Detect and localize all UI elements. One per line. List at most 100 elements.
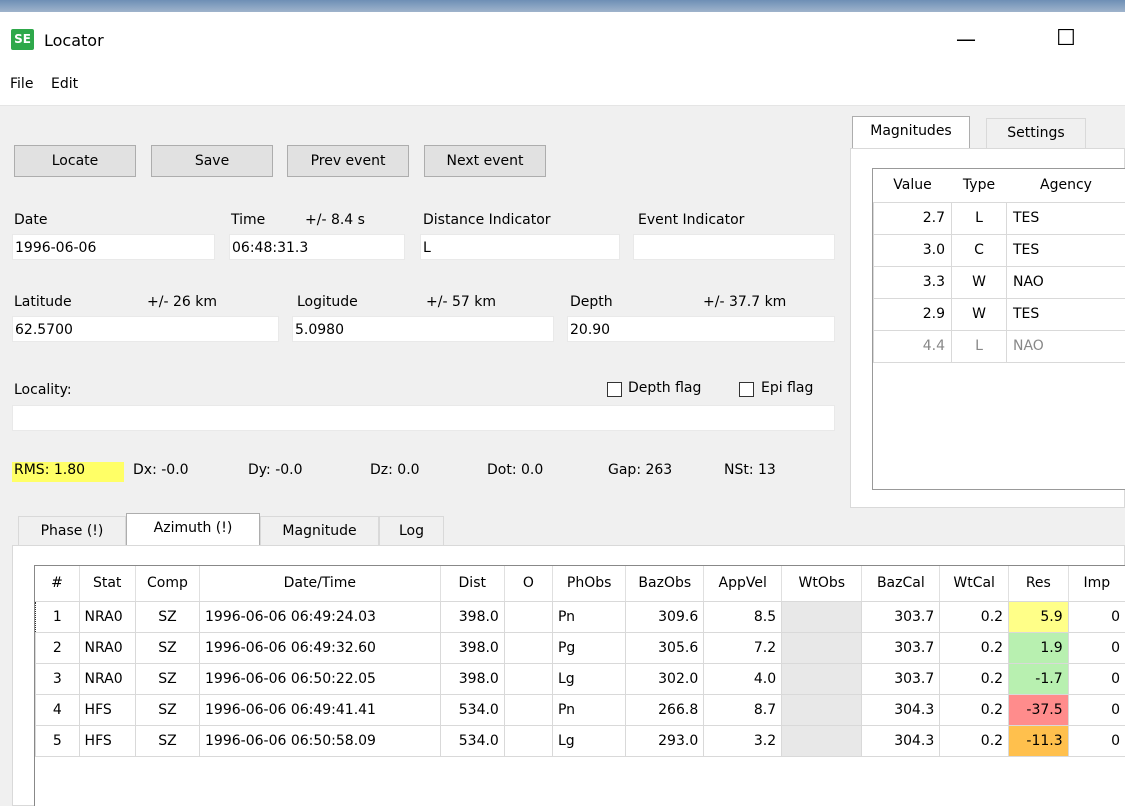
mag-agency: NAO [1006,329,1125,363]
col-header-bazcal[interactable]: BazCal [861,566,941,602]
residual-cell: -1.7 [1008,662,1069,695]
station-cell: NRA0 [78,631,136,664]
importance-cell: 0 [1067,662,1125,695]
component-cell: SZ [134,662,201,695]
wt-cal-cell: 0.2 [939,662,1010,695]
mag-type: L [951,329,1007,363]
baz-cal-cell: 304.3 [861,724,941,757]
station-cell: NRA0 [78,600,136,633]
col-header-imp[interactable]: Imp [1068,566,1125,602]
depth-flag-checkbox[interactable] [607,382,622,397]
importance-cell: 0 [1067,693,1125,726]
mag-header-type[interactable]: Type [951,169,1007,203]
baz-obs-cell: 305.6 [625,631,705,664]
o-flag-cell [503,600,553,633]
table-row[interactable]: 3.3 W NAO [873,265,1125,299]
col-header-o[interactable]: O [504,566,553,602]
save-button[interactable]: Save [151,145,273,177]
mag-agency: TES [1006,297,1125,331]
tab-magnitude[interactable]: Magnitude [260,516,379,546]
mag-agency: TES [1006,233,1125,267]
date-field[interactable]: 1996-06-06 [12,234,215,260]
row-number-cell: 5 [35,724,80,757]
col-header-datetime[interactable]: Date/Time [199,566,441,602]
station-cell: NRA0 [78,662,136,695]
mag-value: 2.7 [873,201,952,235]
date-time-cell: 1996-06-06 06:50:58.09 [199,724,441,757]
residual-cell: 5.9 [1008,600,1069,633]
col-header-comp[interactable]: Comp [135,566,201,602]
col-header-dist[interactable]: Dist [440,566,505,602]
tab-phase[interactable]: Phase (!) [18,516,126,546]
phase-obs-cell: Lg [551,724,627,757]
event-indicator-label: Event Indicator [638,212,745,228]
table-row[interactable]: 3.0 C TES [873,233,1125,267]
tab-settings[interactable]: Settings [986,118,1086,148]
window-title: Locator [44,31,104,50]
date-time-cell: 1996-06-06 06:49:24.03 [199,600,441,633]
col-header-num[interactable]: # [35,566,80,602]
col-header-appvel[interactable]: AppVel [703,566,783,602]
distance-indicator-field[interactable]: L [420,234,620,260]
depth-field[interactable]: 20.90 [567,316,835,342]
longitude-error: +/- 57 km [426,294,496,310]
mag-value: 4.4 [873,329,952,363]
component-cell: SZ [134,600,201,633]
locality-field[interactable] [12,405,835,431]
wt-obs-cell [781,662,863,695]
component-cell: SZ [134,724,201,757]
component-cell: SZ [134,693,201,726]
baz-obs-cell: 302.0 [625,662,705,695]
table-row[interactable]: 4 HFS SZ 1996-06-06 06:49:41.41 534.0 Pn 266.8… [35,693,1125,726]
wt-cal-cell: 0.2 [939,693,1010,726]
residual-cell: 1.9 [1008,631,1069,664]
event-indicator-field[interactable] [633,234,835,260]
row-number-cell: 3 [35,662,80,695]
col-header-res[interactable]: Res [1008,566,1069,602]
app-vel-cell: 7.2 [703,631,783,664]
col-header-wtcal[interactable]: WtCal [939,566,1010,602]
next-event-button[interactable]: Next event [424,145,546,177]
mag-agency: TES [1006,201,1125,235]
table-row[interactable]: 2.7 L TES [873,201,1125,235]
locate-button[interactable]: Locate [14,145,136,177]
wt-cal-cell: 0.2 [939,600,1010,633]
longitude-field[interactable]: 5.0980 [292,316,554,342]
app-icon: SE [11,29,34,50]
phase-obs-cell: Lg [551,662,627,695]
o-flag-cell [503,693,553,726]
epi-flag-checkbox[interactable] [739,382,754,397]
col-header-phobs[interactable]: PhObs [552,566,627,602]
menu-edit[interactable]: Edit [51,76,78,92]
col-header-wtobs[interactable]: WtObs [781,566,863,602]
table-row[interactable]: 3 NRA0 SZ 1996-06-06 06:50:22.05 398.0 Lg 302.… [35,662,1125,695]
dz-value: Dz: 0.0 [370,462,420,478]
baz-cal-cell: 303.7 [861,662,941,695]
baz-cal-cell: 304.3 [861,693,941,726]
menu-bar [0,62,1125,106]
mag-header-value[interactable]: Value [873,169,952,203]
minimize-button[interactable]: — [944,22,988,56]
table-row[interactable]: 4.4 L NAO [873,329,1125,363]
col-header-stat[interactable]: Stat [79,566,136,602]
time-field[interactable]: 06:48:31.3 [229,234,405,260]
latitude-field[interactable]: 62.5700 [12,316,279,342]
col-header-bazobs[interactable]: BazObs [625,566,705,602]
menu-file[interactable]: File [10,76,33,92]
table-row[interactable]: 1 NRA0 SZ 1996-06-06 06:49:24.03 398.0 Pn 309.… [35,600,1125,633]
prev-event-button[interactable]: Prev event [287,145,409,177]
table-row[interactable]: 2.9 W TES [873,297,1125,331]
station-cell: HFS [78,724,136,757]
table-row[interactable]: 2 NRA0 SZ 1996-06-06 06:49:32.60 398.0 Pg 305.… [35,631,1125,664]
mag-type: C [951,233,1007,267]
wt-obs-cell [781,693,863,726]
tab-magnitudes[interactable]: Magnitudes [852,116,970,148]
tab-log[interactable]: Log [379,516,444,546]
distance-cell: 398.0 [439,600,505,633]
gap-value: Gap: 263 [608,462,673,478]
mag-header-agency[interactable]: Agency [1006,169,1125,203]
tab-azimuth[interactable]: Azimuth (!) [126,513,260,545]
table-row[interactable]: 5 HFS SZ 1996-06-06 06:50:58.09 534.0 Lg 293.0… [35,724,1125,757]
maximize-button[interactable]: ☐ [1044,22,1088,56]
o-flag-cell [503,631,553,664]
